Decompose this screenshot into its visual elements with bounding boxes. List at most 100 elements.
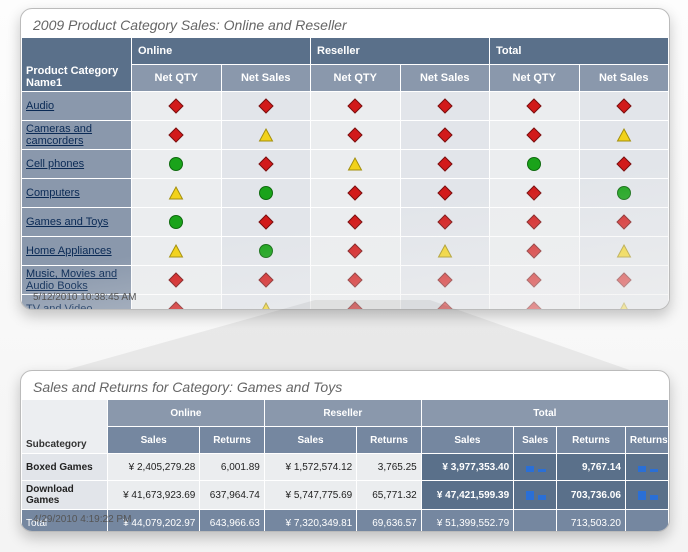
diamond-red-icon	[437, 127, 453, 143]
kpi-cell	[311, 266, 401, 295]
diamond-red-icon	[347, 214, 363, 230]
diamond-red-icon	[616, 272, 632, 288]
col-netqty: Net QTY	[490, 65, 580, 92]
overview-table: Product Category Name1 Online Reseller T…	[21, 37, 669, 310]
category-row-label: Home Appliances	[22, 237, 132, 266]
kpi-cell	[311, 208, 401, 237]
kpi-cell	[311, 295, 401, 311]
kpi-cell	[490, 121, 580, 150]
diamond-red-icon	[526, 98, 542, 114]
col-netqty: Net QTY	[132, 65, 222, 92]
kpi-cell	[132, 179, 222, 208]
kpi-cell	[490, 150, 580, 179]
subcategory-row-label: Boxed Games	[22, 454, 108, 481]
triangle-yellow-icon	[616, 127, 632, 143]
kpi-cell	[579, 92, 669, 121]
kpi-cell	[132, 150, 222, 179]
value-cell: ¥ 1,572,574.12	[264, 454, 356, 481]
diamond-red-icon	[437, 272, 453, 288]
total-cell	[514, 510, 557, 533]
total-cell: 69,636.57	[357, 510, 421, 533]
category-drill-link[interactable]: Cell phones	[26, 158, 84, 170]
kpi-cell	[400, 150, 490, 179]
group-reseller: Reseller	[311, 38, 490, 65]
diamond-red-icon	[437, 301, 453, 310]
col-sales: Sales	[264, 427, 356, 454]
category-drill-link[interactable]: Games and Toys	[26, 216, 108, 228]
diamond-red-icon	[347, 243, 363, 259]
col-netsales: Net Sales	[400, 65, 490, 92]
kpi-cell	[400, 266, 490, 295]
diamond-red-icon	[526, 214, 542, 230]
kpi-cell	[132, 92, 222, 121]
category-drill-link[interactable]: Audio	[26, 100, 54, 112]
value-cell: 637,964.74	[200, 481, 264, 510]
kpi-cell	[311, 179, 401, 208]
overview-title: 2009 Product Category Sales: Online and …	[21, 9, 669, 37]
col-netsales: Net Sales	[221, 65, 311, 92]
kpi-cell	[490, 179, 580, 208]
kpi-cell	[221, 92, 311, 121]
total-cell: ¥ 7,320,349.81	[264, 510, 356, 533]
total-cell: 643,966.63	[200, 510, 264, 533]
sparkline-icon	[524, 488, 552, 502]
col-returns: Returns	[357, 427, 421, 454]
value-cell: 65,771.32	[357, 481, 421, 510]
value-cell: ¥ 47,421,599.39	[421, 481, 513, 510]
value-cell: ¥ 3,977,353.40	[421, 454, 513, 481]
kpi-cell	[221, 295, 311, 311]
value-cell: 6,001.89	[200, 454, 264, 481]
total-cell: 713,503.20	[557, 510, 626, 533]
triangle-yellow-icon	[616, 301, 632, 310]
kpi-cell	[221, 179, 311, 208]
kpi-cell	[490, 295, 580, 311]
value-cell: 703,736.06	[557, 481, 626, 510]
diamond-red-icon	[437, 98, 453, 114]
corner-label: Product Category Name1	[22, 38, 132, 92]
value-cell: 3,765.25	[357, 454, 421, 481]
kpi-cell	[311, 150, 401, 179]
kpi-cell	[400, 237, 490, 266]
detail-title: Sales and Returns for Category: Games an…	[21, 371, 669, 399]
diamond-red-icon	[616, 98, 632, 114]
diamond-red-icon	[258, 214, 274, 230]
kpi-cell	[221, 121, 311, 150]
kpi-cell	[221, 237, 311, 266]
col-sales: Sales	[107, 427, 199, 454]
kpi-cell	[311, 121, 401, 150]
kpi-cell	[221, 150, 311, 179]
kpi-cell	[132, 295, 222, 311]
diamond-red-icon	[526, 272, 542, 288]
kpi-cell	[132, 208, 222, 237]
category-drill-link[interactable]: Cameras and camcorders	[26, 123, 92, 147]
category-row-label: Cell phones	[22, 150, 132, 179]
kpi-cell	[132, 237, 222, 266]
kpi-cell	[579, 179, 669, 208]
category-drill-link[interactable]: Computers	[26, 187, 80, 199]
triangle-yellow-icon	[347, 156, 363, 172]
circle-green-icon	[616, 185, 632, 201]
diamond-red-icon	[347, 98, 363, 114]
triangle-yellow-icon	[168, 243, 184, 259]
diamond-red-icon	[526, 127, 542, 143]
col-returns: Returns	[200, 427, 264, 454]
col-returns: Returns	[557, 427, 626, 454]
subcategory-row-label: Download Games	[22, 481, 108, 510]
category-row-label: Games and Toys	[22, 208, 132, 237]
connector-wedge	[30, 300, 658, 380]
circle-green-icon	[168, 214, 184, 230]
overview-panel: 2009 Product Category Sales: Online and …	[20, 8, 670, 310]
sparkline-cell	[625, 454, 668, 481]
value-cell: 9,767.14	[557, 454, 626, 481]
category-row-label: Audio	[22, 92, 132, 121]
kpi-cell	[579, 150, 669, 179]
diamond-red-icon	[168, 301, 184, 310]
value-cell: ¥ 2,405,279.28	[107, 454, 199, 481]
kpi-cell	[400, 92, 490, 121]
col-netqty: Net QTY	[311, 65, 401, 92]
diamond-red-icon	[347, 301, 363, 310]
category-drill-link[interactable]: Home Appliances	[26, 245, 112, 257]
circle-green-icon	[258, 243, 274, 259]
sparkline-icon	[636, 460, 664, 474]
triangle-yellow-icon	[616, 243, 632, 259]
